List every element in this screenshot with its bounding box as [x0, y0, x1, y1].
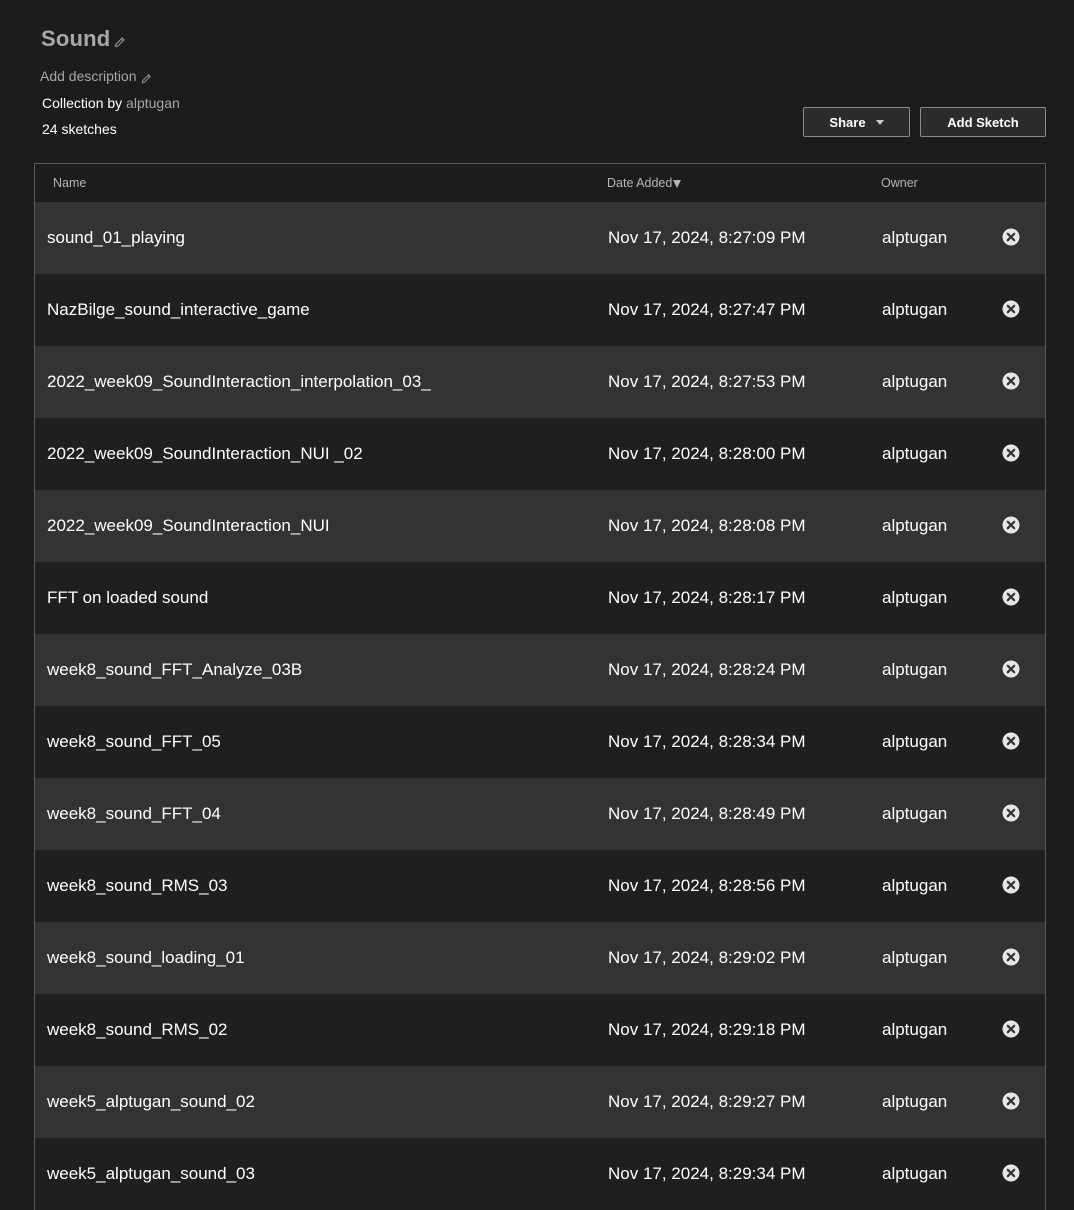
close-circle-icon[interactable]: [1002, 228, 1020, 246]
sketch-owner: alptugan: [882, 228, 948, 247]
close-circle-icon[interactable]: [1002, 300, 1020, 318]
sketch-date-added: Nov 17, 2024, 8:27:09 PM: [608, 228, 806, 247]
close-circle-icon[interactable]: [1002, 1092, 1020, 1110]
sketch-date-added: Nov 17, 2024, 8:29:34 PM: [608, 1164, 806, 1183]
table-row[interactable]: week8_sound_FFT_04 Nov 17, 2024, 8:28:49…: [35, 778, 1045, 850]
table-row[interactable]: sound_01_playing Nov 17, 2024, 8:27:09 P…: [35, 202, 1045, 274]
sketch-name-link[interactable]: week5_alptugan_sound_02: [47, 1092, 255, 1112]
sketch-owner: alptugan: [882, 876, 948, 895]
collection-page: Sound Add description Collection by alpt…: [0, 0, 1074, 1210]
close-circle-icon[interactable]: [1002, 1020, 1020, 1038]
close-circle-icon[interactable]: [1002, 444, 1020, 462]
table-row[interactable]: NazBilge_sound_interactive_game Nov 17, …: [35, 274, 1045, 346]
table-row[interactable]: week8_sound_FFT_Analyze_03B Nov 17, 2024…: [35, 634, 1045, 706]
sketch-name-link[interactable]: week5_alptugan_sound_03: [47, 1164, 255, 1184]
sketch-owner: alptugan: [882, 372, 948, 391]
pencil-icon[interactable]: [141, 71, 152, 84]
close-circle-icon[interactable]: [1002, 660, 1020, 678]
close-circle-icon[interactable]: [1002, 516, 1020, 534]
sketch-name-link[interactable]: week8_sound_FFT_04: [47, 804, 221, 824]
table-row[interactable]: 2022_week09_SoundInteraction_NUI Nov 17,…: [35, 490, 1045, 562]
sketch-name-link[interactable]: FFT on loaded sound: [47, 588, 208, 608]
collection-by-label: Collection by: [42, 95, 123, 111]
close-circle-icon[interactable]: [1002, 876, 1020, 894]
close-circle-icon[interactable]: [1002, 732, 1020, 750]
table-row[interactable]: week5_alptugan_sound_02 Nov 17, 2024, 8:…: [35, 1066, 1045, 1138]
chevron-down-icon: [875, 119, 884, 125]
description-row[interactable]: Add description: [40, 68, 152, 84]
sketch-date-added: Nov 17, 2024, 8:28:49 PM: [608, 804, 806, 823]
close-circle-icon[interactable]: [1002, 1164, 1020, 1182]
sketch-owner: alptugan: [882, 588, 948, 607]
column-header-date-label: Date Added: [607, 176, 673, 190]
table-row[interactable]: week5_alptugan_sound_03 Nov 17, 2024, 8:…: [35, 1138, 1045, 1210]
table-row[interactable]: FFT on loaded sound Nov 17, 2024, 8:28:1…: [35, 562, 1045, 634]
table-row[interactable]: week8_sound_RMS_03 Nov 17, 2024, 8:28:56…: [35, 850, 1045, 922]
sketch-owner: alptugan: [882, 516, 948, 535]
sketch-name-link[interactable]: week8_sound_FFT_05: [47, 732, 221, 752]
sketch-owner: alptugan: [882, 660, 948, 679]
add-sketch-button[interactable]: Add Sketch: [920, 107, 1046, 137]
sketch-date-added: Nov 17, 2024, 8:27:53 PM: [608, 372, 806, 391]
sketch-count: 24 sketches: [42, 121, 117, 137]
table-row[interactable]: week8_sound_RMS_02 Nov 17, 2024, 8:29:18…: [35, 994, 1045, 1066]
column-header-date-added[interactable]: Date Added: [607, 176, 682, 190]
share-button-label: Share: [829, 114, 866, 130]
pencil-icon[interactable]: [114, 35, 126, 47]
sketch-name-link[interactable]: sound_01_playing: [47, 228, 185, 248]
table-header: Name Date Added Owner: [35, 164, 1045, 202]
close-circle-icon[interactable]: [1002, 948, 1020, 966]
sketch-owner: alptugan: [882, 1020, 948, 1039]
collection-header: Sound Add description Collection by alpt…: [0, 0, 1074, 163]
column-header-name[interactable]: Name: [53, 176, 86, 190]
sketch-owner: alptugan: [882, 444, 948, 463]
add-description-link[interactable]: Add description: [40, 68, 137, 84]
sketch-name-link[interactable]: NazBilge_sound_interactive_game: [47, 300, 310, 320]
close-circle-icon[interactable]: [1002, 372, 1020, 390]
sketch-date-added: Nov 17, 2024, 8:29:18 PM: [608, 1020, 806, 1039]
sketch-name-link[interactable]: 2022_week09_SoundInteraction_interpolati…: [47, 372, 431, 392]
title-row: Sound: [41, 26, 126, 52]
sketch-date-added: Nov 17, 2024, 8:29:27 PM: [608, 1092, 806, 1111]
sketch-owner: alptugan: [882, 804, 948, 823]
collection-owner-line: Collection by alptugan: [42, 95, 180, 111]
add-sketch-button-label: Add Sketch: [947, 114, 1019, 130]
sketch-table: Name Date Added Owner sound_01_playing N…: [34, 163, 1046, 1210]
sketch-name-link[interactable]: 2022_week09_SoundInteraction_NUI _02: [47, 444, 363, 464]
sketch-name-link[interactable]: week8_sound_RMS_02: [47, 1020, 228, 1040]
sketch-owner: alptugan: [882, 732, 948, 751]
sketch-date-added: Nov 17, 2024, 8:28:34 PM: [608, 732, 806, 751]
table-row[interactable]: 2022_week09_SoundInteraction_interpolati…: [35, 346, 1045, 418]
share-button[interactable]: Share: [803, 107, 910, 137]
close-circle-icon[interactable]: [1002, 804, 1020, 822]
sketch-owner: alptugan: [882, 1164, 948, 1183]
close-circle-icon[interactable]: [1002, 588, 1020, 606]
column-header-owner[interactable]: Owner: [881, 176, 918, 190]
sketch-name-link[interactable]: week8_sound_loading_01: [47, 948, 245, 968]
sketch-date-added: Nov 17, 2024, 8:29:02 PM: [608, 948, 806, 967]
sketch-name-link[interactable]: week8_sound_FFT_Analyze_03B: [47, 660, 302, 680]
sketch-owner: alptugan: [882, 1092, 948, 1111]
table-row[interactable]: week8_sound_FFT_05 Nov 17, 2024, 8:28:34…: [35, 706, 1045, 778]
sketch-date-added: Nov 17, 2024, 8:28:17 PM: [608, 588, 806, 607]
sketch-date-added: Nov 17, 2024, 8:28:08 PM: [608, 516, 806, 535]
sketch-owner: alptugan: [882, 948, 948, 967]
sketch-date-added: Nov 17, 2024, 8:28:24 PM: [608, 660, 806, 679]
table-body: sound_01_playing Nov 17, 2024, 8:27:09 P…: [35, 202, 1045, 1210]
sketch-name-link[interactable]: week8_sound_RMS_03: [47, 876, 228, 896]
table-row[interactable]: week8_sound_loading_01 Nov 17, 2024, 8:2…: [35, 922, 1045, 994]
sketch-owner: alptugan: [882, 300, 948, 319]
owner-link[interactable]: alptugan: [126, 95, 180, 111]
sort-descending-icon: [673, 179, 682, 188]
sketch-name-link[interactable]: 2022_week09_SoundInteraction_NUI: [47, 516, 330, 536]
sketch-date-added: Nov 17, 2024, 8:28:00 PM: [608, 444, 806, 463]
table-row[interactable]: 2022_week09_SoundInteraction_NUI _02 Nov…: [35, 418, 1045, 490]
sketch-date-added: Nov 17, 2024, 8:27:47 PM: [608, 300, 806, 319]
collection-title[interactable]: Sound: [41, 26, 110, 52]
sketch-date-added: Nov 17, 2024, 8:28:56 PM: [608, 876, 806, 895]
